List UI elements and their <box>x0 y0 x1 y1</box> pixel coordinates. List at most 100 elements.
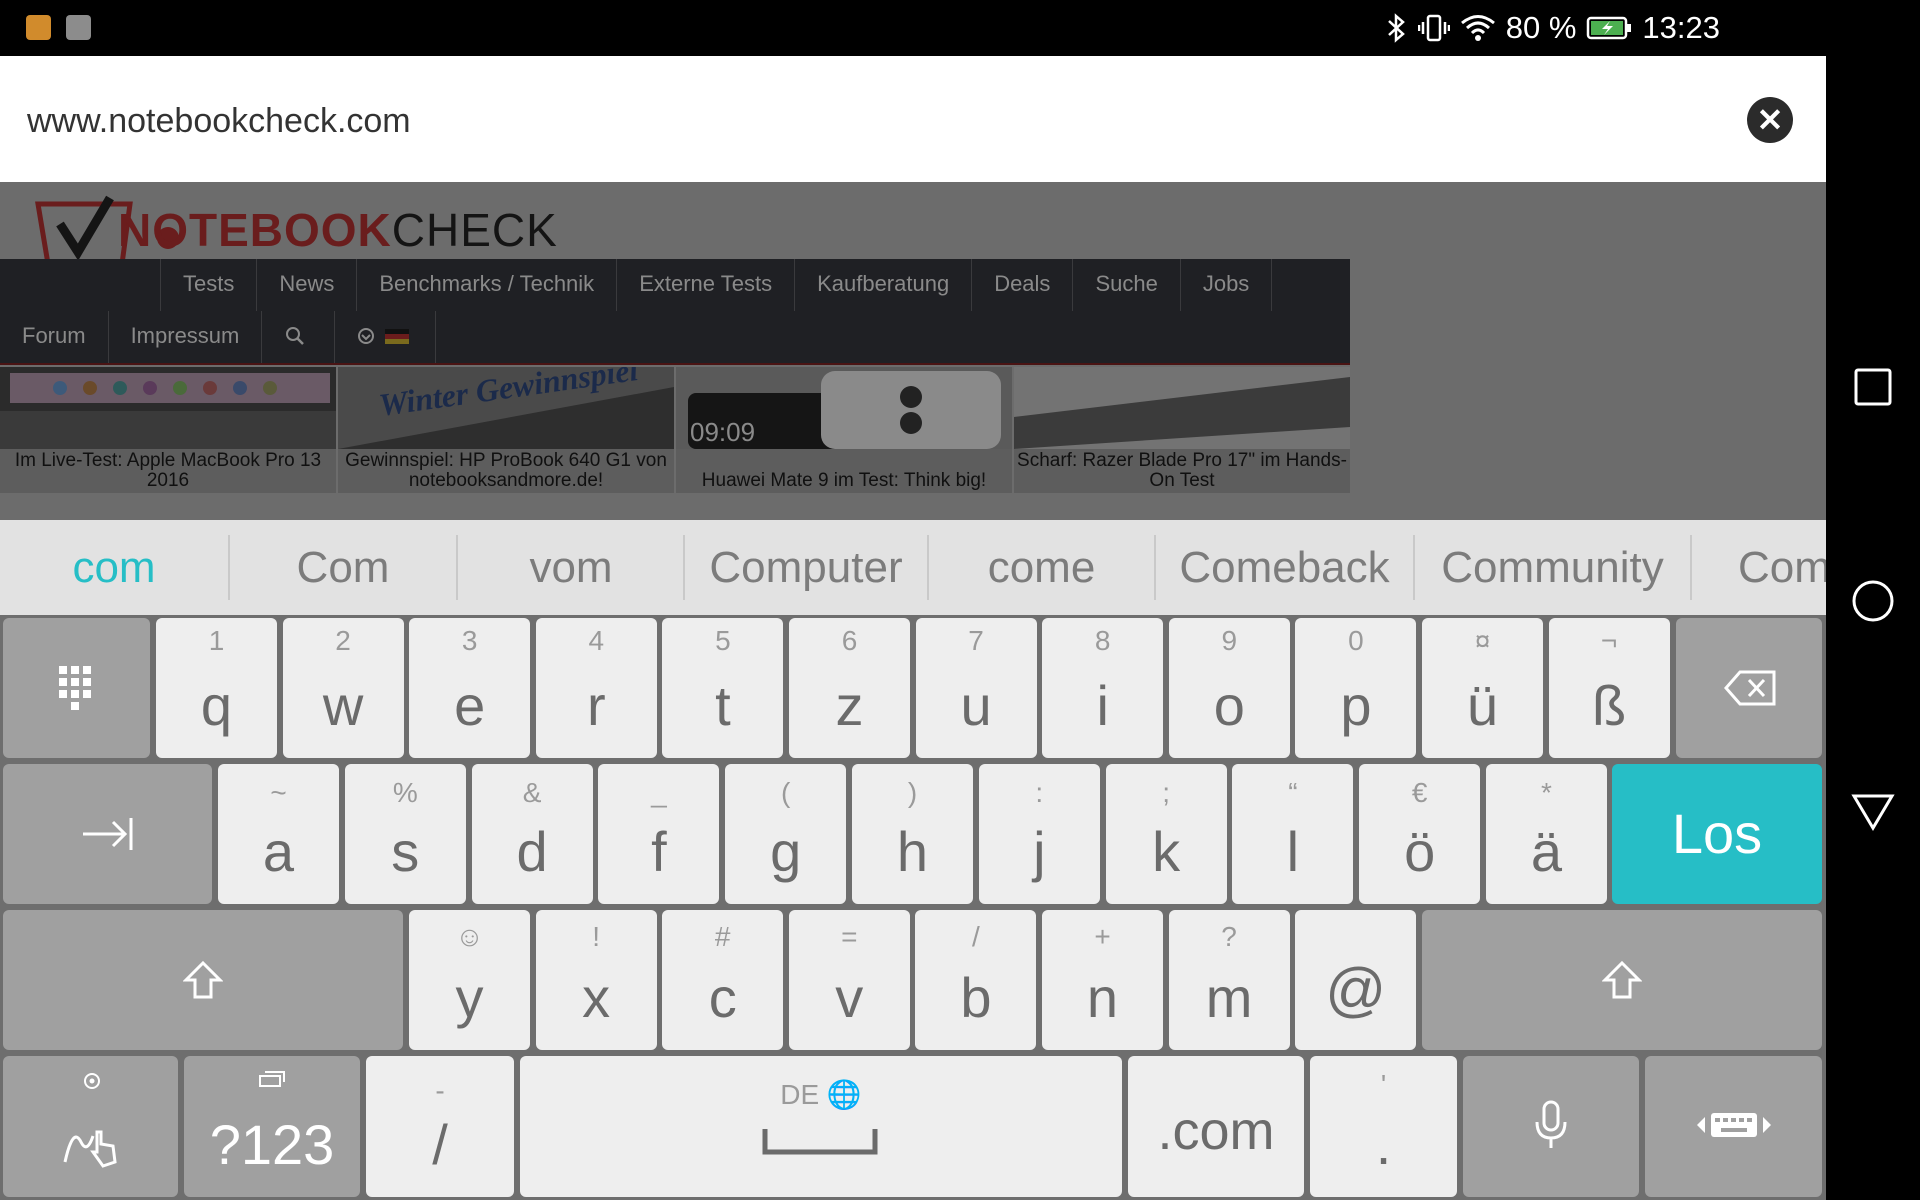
key-ä[interactable]: * ä <box>1486 764 1607 904</box>
handwriting-key[interactable] <box>3 1056 178 1197</box>
key-ö[interactable]: € ö <box>1359 764 1481 904</box>
key-hint: ) <box>907 777 918 808</box>
key-s[interactable]: % s <box>344 764 466 904</box>
article-teaser[interactable]: 09:09 Huawei Mate 9 im Test: Think big! <box>676 367 1012 493</box>
key-k[interactable]: ; k <box>1105 764 1227 904</box>
nav-kaufberatung[interactable]: Kaufberatung <box>795 259 973 311</box>
nav-externe-tests[interactable]: Externe Tests <box>617 259 796 311</box>
backspace-key[interactable] <box>1676 618 1822 758</box>
space-key[interactable]: DE 🌐 <box>520 1056 1122 1197</box>
key-label: h <box>896 820 929 883</box>
nav-forum[interactable]: Forum <box>0 311 109 363</box>
tab-key[interactable] <box>3 764 212 904</box>
key-i[interactable]: 8i <box>1042 618 1164 758</box>
key-o[interactable]: 9o <box>1168 618 1290 758</box>
nav-suche[interactable]: Suche <box>1073 259 1181 311</box>
suggestion-item[interactable]: Computer <box>685 540 927 595</box>
key-label: k <box>1152 820 1181 883</box>
key-j[interactable]: :j <box>978 764 1100 904</box>
system-navigation-bar <box>1826 0 1920 1200</box>
key-d[interactable]: & d <box>471 764 593 904</box>
key-r[interactable]: 4r <box>535 618 657 758</box>
key-u[interactable]: 7u <box>915 618 1037 758</box>
suggestion-item[interactable]: com <box>0 540 228 595</box>
article-teaser[interactable]: Im Live-Test: Apple MacBook Pro 13 2016 <box>0 367 336 493</box>
url-bar[interactable]: www.notebookcheck.com <box>0 56 1826 183</box>
suggestion-item[interactable]: Com <box>1692 540 1826 595</box>
suggestion-item[interactable]: Com <box>230 540 456 595</box>
language-flag-icon[interactable] <box>335 311 437 363</box>
key-m[interactable]: ? m <box>1168 910 1290 1050</box>
key-b[interactable]: / b <box>915 910 1037 1050</box>
key-ß[interactable]: ¬ ß <box>1548 618 1670 758</box>
suggestion-item[interactable]: Community <box>1415 540 1690 595</box>
home-icon[interactable] <box>1850 578 1896 624</box>
url-input[interactable]: www.notebookcheck.com <box>27 102 411 141</box>
key-@[interactable]: @ <box>1295 910 1417 1050</box>
key-label: r <box>586 674 606 737</box>
slash-key-label: / <box>432 1113 448 1176</box>
symbols-key[interactable]: ?123 <box>184 1056 360 1197</box>
key-l[interactable]: “l <box>1232 764 1354 904</box>
nav-impressum[interactable]: Impressum <box>109 311 263 363</box>
keypad-key[interactable] <box>3 618 150 758</box>
suggestion-item[interactable]: vom <box>458 540 684 595</box>
key-label: v <box>835 966 864 1029</box>
shift-icon <box>1602 960 1642 999</box>
language-code: DE <box>780 1079 820 1110</box>
go-key[interactable]: Los <box>1612 764 1822 904</box>
key-hint: ☺ <box>455 921 484 952</box>
key-x[interactable]: ! x <box>535 910 657 1050</box>
article-caption[interactable]: Gewinnspiel: HP ProBook 640 G1 von noteb… <box>338 451 674 491</box>
key-c[interactable]: # c <box>662 910 784 1050</box>
key-label: m <box>1205 966 1253 1029</box>
key-z[interactable]: 6z <box>789 618 910 758</box>
key-e[interactable]: 3e <box>409 618 531 758</box>
key-y[interactable]: ☺ y <box>409 910 530 1050</box>
close-icon[interactable]: ✕ <box>1747 97 1793 143</box>
status-bar: 80 % 13:23 <box>0 0 1920 56</box>
key-t[interactable]: 5t <box>662 618 784 758</box>
article-teaser[interactable]: Scharf: Razer Blade Pro 17" im Hands-On … <box>1014 367 1350 493</box>
key-h[interactable]: ) h <box>852 764 973 904</box>
article-caption[interactable]: Im Live-Test: Apple MacBook Pro 13 2016 <box>0 451 336 491</box>
key-w[interactable]: 2w <box>282 618 404 758</box>
nav-tests[interactable]: Tests <box>160 259 258 311</box>
recent-apps-icon[interactable] <box>1850 364 1896 410</box>
key-label: t <box>715 674 731 737</box>
key-ü[interactable]: ¤ ü <box>1422 618 1543 758</box>
key-label: s <box>391 820 420 883</box>
article-teaser[interactable]: Winter Gewinnspiel Gewinnspiel: HP ProBo… <box>338 367 674 493</box>
dotcom-key[interactable]: .com <box>1128 1056 1304 1197</box>
article-caption[interactable]: Scharf: Razer Blade Pro 17" im Hands-On … <box>1014 451 1350 491</box>
key-q[interactable]: 1q <box>156 618 277 758</box>
tab-icon <box>83 818 133 850</box>
shift-key-left[interactable] <box>3 910 403 1050</box>
keyboard-switch-key[interactable] <box>1645 1056 1822 1197</box>
key-g[interactable]: (g <box>725 764 847 904</box>
key-hint: € <box>1411 777 1428 808</box>
suggestion-item[interactable]: come <box>929 540 1154 595</box>
key-n[interactable]: + n <box>1042 910 1163 1050</box>
article-caption[interactable]: Huawei Mate 9 im Test: Think big! <box>676 471 1012 491</box>
key-hint: ! <box>592 921 600 952</box>
key-a[interactable]: ~ a <box>218 764 339 904</box>
slash-key[interactable]: - / <box>366 1056 514 1197</box>
key-p[interactable]: 0p <box>1295 618 1417 758</box>
vibrate-icon <box>1417 14 1450 42</box>
nav-benchmarks[interactable]: Benchmarks / Technik <box>357 259 618 311</box>
search-icon[interactable] <box>262 311 336 363</box>
nav-deals[interactable]: Deals <box>972 259 1074 311</box>
key-f[interactable]: _ f <box>598 764 720 904</box>
back-icon[interactable] <box>1850 788 1896 834</box>
key-v[interactable]: = v <box>788 910 910 1050</box>
suggestion-item[interactable]: Comeback <box>1156 540 1413 595</box>
shift-key-right[interactable] <box>1422 910 1822 1050</box>
period-key[interactable]: ' . <box>1310 1056 1457 1197</box>
key-hint: 8 <box>1094 625 1111 656</box>
key-label: ä <box>1530 820 1563 883</box>
wifi-icon <box>1460 15 1495 41</box>
voice-input-key[interactable] <box>1463 1056 1639 1197</box>
nav-jobs[interactable]: Jobs <box>1181 259 1273 311</box>
nav-news[interactable]: News <box>257 259 358 311</box>
